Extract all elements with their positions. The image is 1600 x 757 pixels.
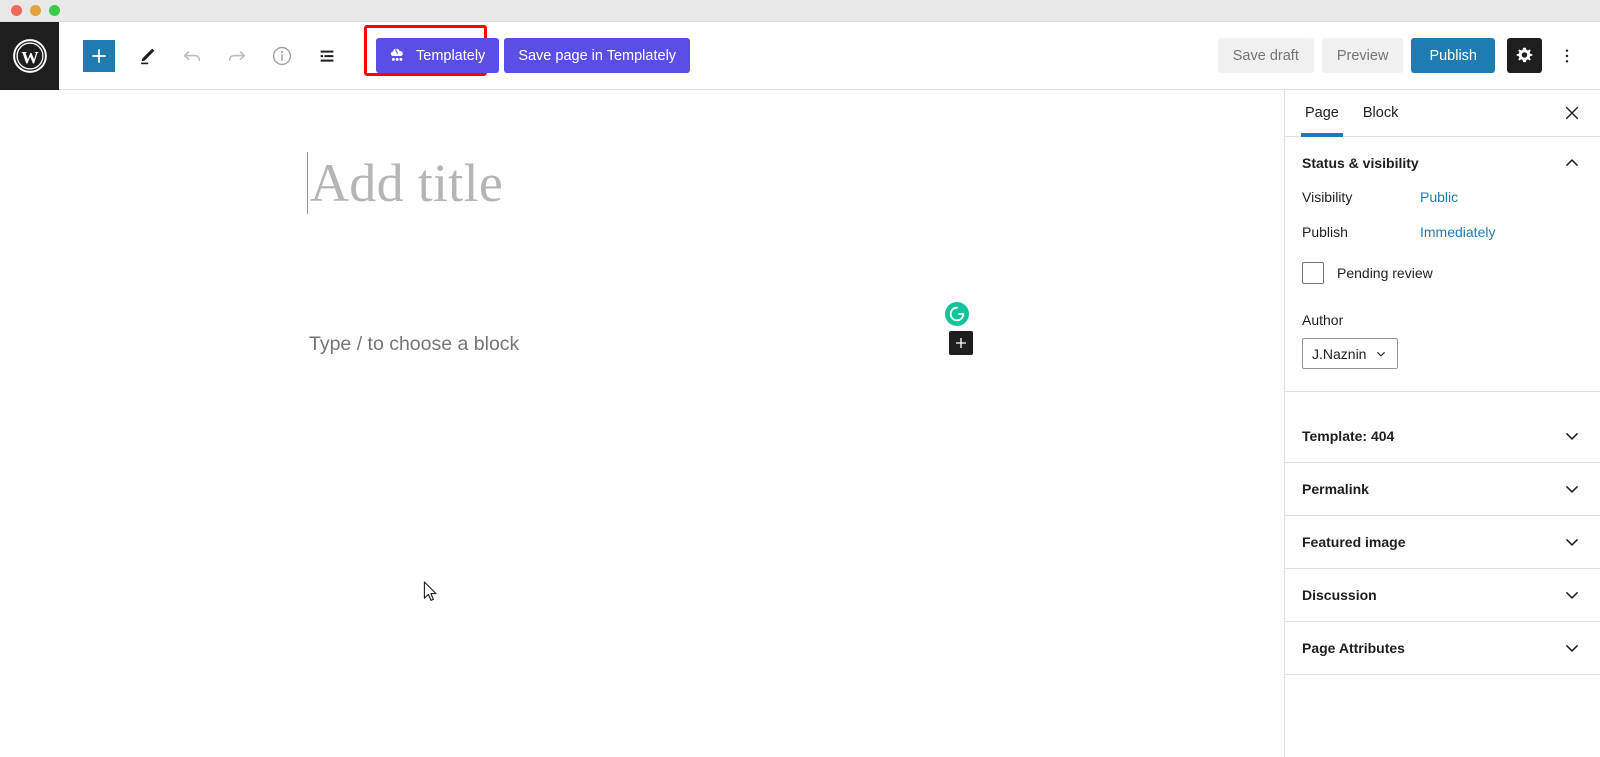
text-caret — [307, 152, 308, 214]
preview-label: Preview — [1336, 47, 1389, 64]
vertical-ellipsis-icon — [1565, 48, 1569, 63]
panel-header[interactable]: Template: 404 — [1285, 410, 1600, 462]
details-button[interactable] — [264, 38, 300, 74]
panel-spacer — [1285, 392, 1600, 410]
publish-value-button[interactable]: Immediately — [1420, 224, 1495, 240]
chevron-down-icon — [1377, 351, 1386, 356]
panel-title: Featured image — [1302, 534, 1406, 550]
close-sidebar-button[interactable] — [1550, 91, 1594, 135]
panel-title: Template: 404 — [1302, 428, 1395, 444]
window-maximize-button[interactable] — [49, 5, 60, 16]
wordpress-logo-button[interactable]: W — [0, 21, 59, 90]
panel-status-and-visibility-title: Status & visibility — [1302, 155, 1419, 171]
author-label: Author — [1302, 312, 1344, 328]
panel-header[interactable]: Featured image — [1285, 516, 1600, 568]
tab-page-label: Page — [1305, 105, 1339, 121]
list-view-button[interactable] — [309, 38, 345, 74]
row-visibility: Visibility Public — [1302, 189, 1583, 205]
post-title-placeholder: Add title — [310, 153, 504, 213]
tab-block-label: Block — [1362, 105, 1399, 121]
info-circle-icon — [272, 46, 292, 65]
wordpress-logo-icon: W — [12, 38, 47, 73]
chevron-down-icon — [1561, 478, 1583, 500]
panel-status-and-visibility-body: Visibility Public Publish Immediately Pe… — [1285, 189, 1600, 391]
undo-button[interactable] — [174, 38, 210, 74]
window-minimize-button[interactable] — [30, 5, 41, 16]
grammarly-icon — [949, 306, 965, 322]
panel-title: Page Attributes — [1302, 640, 1405, 656]
chevron-down-icon — [1561, 425, 1583, 447]
tab-page[interactable]: Page — [1293, 90, 1351, 137]
chevron-up-icon — [1561, 152, 1583, 174]
publish-label: Publish — [1429, 47, 1477, 64]
panel-header[interactable]: Permalink — [1285, 463, 1600, 515]
add-block-button[interactable] — [83, 39, 115, 72]
chevron-down-icon — [1561, 531, 1583, 553]
settings-sidebar: Page Block Status & visibility Visibilit… — [1284, 90, 1600, 757]
author-select[interactable]: J.Naznin — [1302, 338, 1399, 369]
panel-discussion: Discussion — [1285, 569, 1600, 622]
preview-button[interactable]: Preview — [1321, 38, 1404, 73]
undo-icon — [183, 50, 201, 61]
edit-tool-button[interactable] — [129, 38, 165, 74]
grammarly-badge[interactable] — [945, 302, 969, 326]
save-draft-button[interactable]: Save draft — [1217, 38, 1314, 73]
templately-button-group: Templately Save page in Templately — [364, 25, 691, 76]
pending-review-label: Pending review — [1337, 265, 1433, 281]
post-title-field[interactable]: Add title — [307, 152, 503, 214]
author-select-value: J.Naznin — [1312, 345, 1367, 362]
publish-button[interactable]: Publish — [1411, 38, 1495, 73]
mouse-cursor — [423, 581, 437, 601]
close-icon — [1565, 106, 1579, 120]
panel-status-and-visibility-header[interactable]: Status & visibility — [1285, 137, 1600, 189]
panel-header[interactable]: Discussion — [1285, 569, 1600, 621]
chevron-down-icon — [1561, 637, 1583, 659]
panel-header[interactable]: Page Attributes — [1285, 622, 1600, 674]
panel-status-and-visibility: Status & visibility Visibility Public Pu… — [1285, 137, 1600, 392]
row-publish: Publish Immediately — [1302, 224, 1583, 240]
default-block-appender[interactable]: Type / to choose a block — [309, 333, 519, 356]
pending-review-checkbox[interactable] — [1302, 262, 1324, 284]
sidebar-tab-bar: Page Block — [1285, 90, 1600, 137]
panel-page-attributes: Page Attributes — [1285, 622, 1600, 675]
window-title-bar — [0, 0, 1600, 22]
templately-cloud-icon — [390, 48, 403, 61]
redo-button[interactable] — [219, 38, 255, 74]
toolbar-left-group: Templately Save page in Templately — [59, 25, 691, 76]
templately-button-label: Templately — [416, 47, 486, 64]
wordpress-block-editor: W Templately Save page in Templately Sav… — [0, 0, 1600, 757]
pencil-icon — [141, 48, 155, 64]
templately-button[interactable]: Templately — [376, 38, 500, 73]
collapsed-panel-list: Template: 404 Permalink Featured image Disc… — [1285, 410, 1600, 675]
save-page-in-templately-label: Save page in Templately — [518, 47, 677, 64]
block-inserter-button[interactable] — [949, 331, 973, 355]
options-menu-button[interactable] — [1552, 38, 1582, 74]
panel-featured-image: Featured image — [1285, 516, 1600, 569]
editor-canvas[interactable]: Add title Type / to choose a block — [0, 90, 1284, 757]
tab-block[interactable]: Block — [1351, 90, 1410, 137]
svg-text:W: W — [21, 47, 38, 66]
window-close-button[interactable] — [11, 5, 22, 16]
list-view-icon — [320, 50, 334, 62]
pending-review-row: Pending review — [1302, 262, 1583, 284]
panel-template-404: Template: 404 — [1285, 410, 1600, 463]
panel-title: Discussion — [1302, 587, 1377, 603]
visibility-label: Visibility — [1302, 189, 1353, 205]
redo-icon — [228, 50, 246, 61]
toolbar-right-group: Save draft Preview Publish — [1217, 38, 1600, 74]
plus-icon — [956, 338, 966, 348]
save-page-in-templately-button[interactable]: Save page in Templately — [504, 38, 691, 73]
chevron-down-icon — [1561, 584, 1583, 606]
panel-permalink: Permalink — [1285, 463, 1600, 516]
visibility-value-button[interactable]: Public — [1420, 189, 1458, 205]
settings-button[interactable] — [1507, 38, 1542, 73]
editor-toolbar: W Templately Save page in Templately Sav… — [0, 21, 1600, 90]
plus-icon — [92, 48, 106, 63]
panel-title: Permalink — [1302, 481, 1369, 497]
save-draft-label: Save draft — [1232, 47, 1299, 64]
publish-label: Publish — [1302, 224, 1348, 240]
gear-icon — [1516, 47, 1533, 63]
